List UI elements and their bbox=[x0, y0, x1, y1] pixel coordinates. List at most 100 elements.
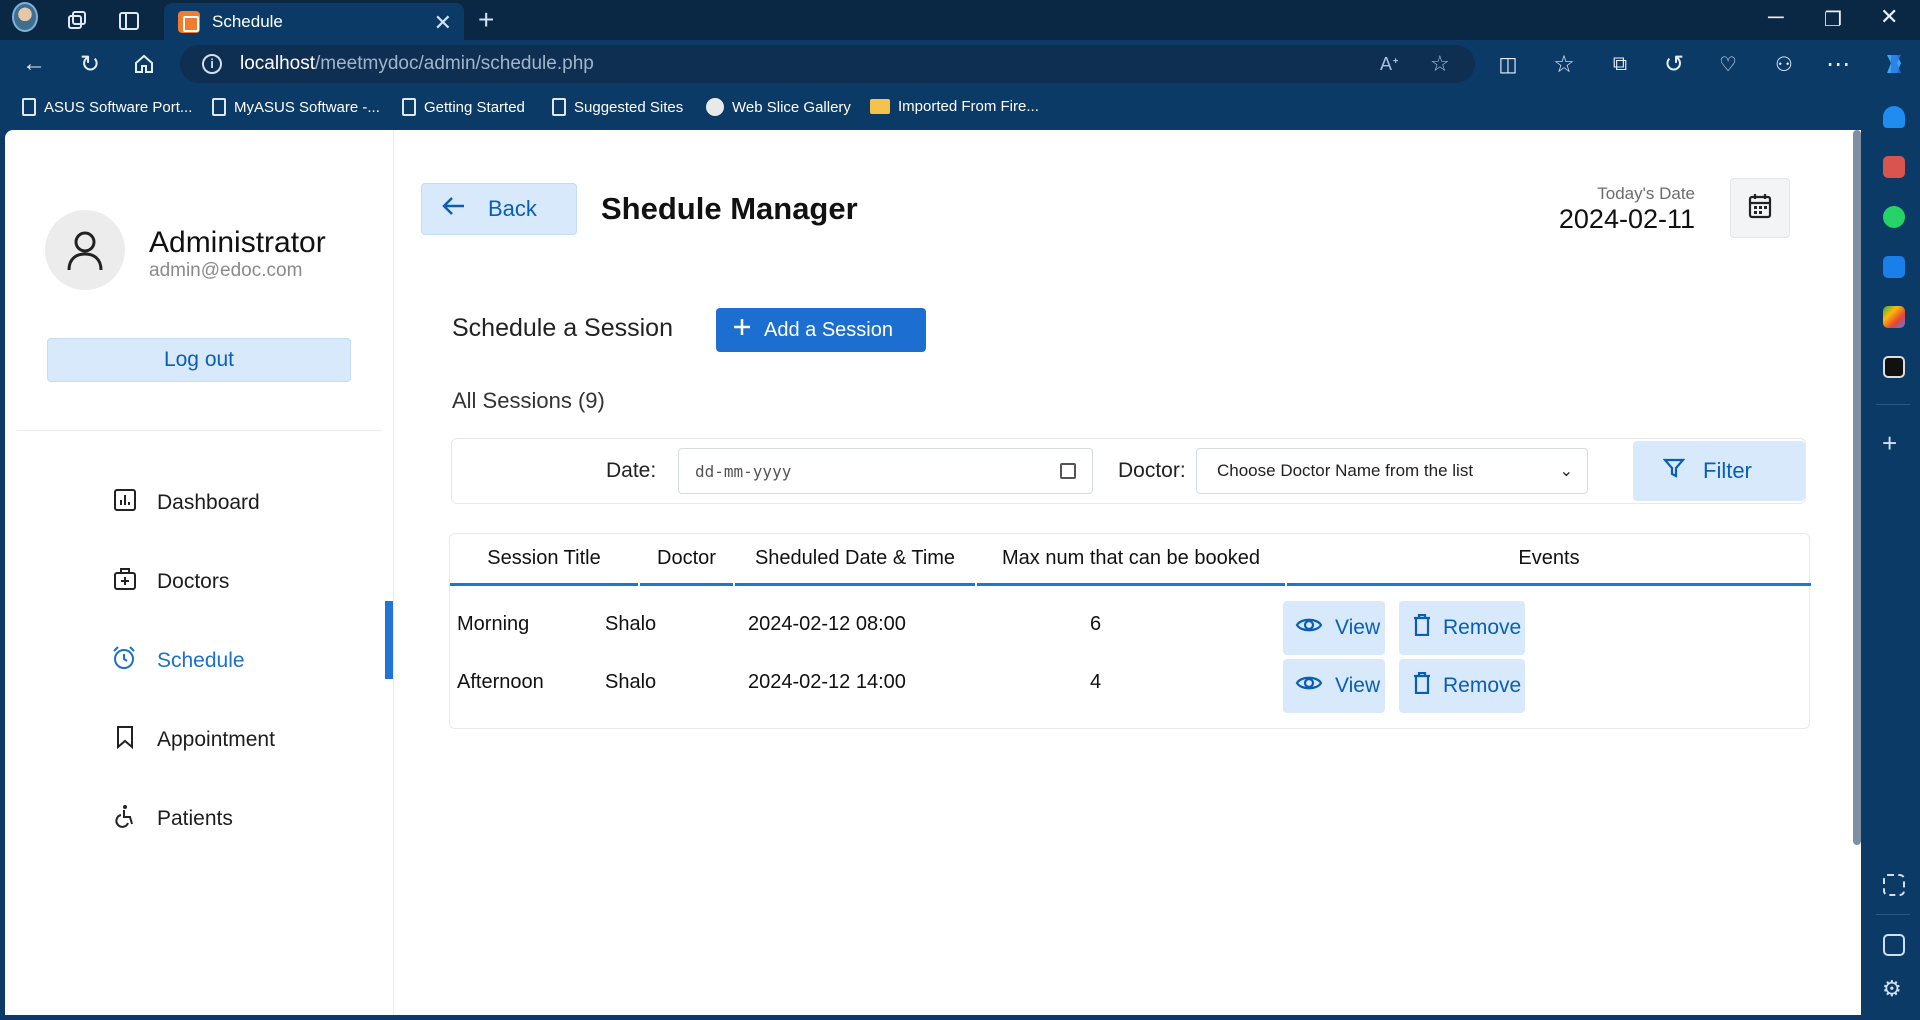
chevron-down-icon: ⌄ bbox=[1559, 463, 1573, 480]
google-play-icon[interactable] bbox=[1883, 306, 1905, 328]
table-row-1-doctor: Shalo bbox=[605, 613, 657, 635]
add-sidebar-app-icon[interactable]: + bbox=[1882, 428, 1897, 459]
whatsapp-icon[interactable] bbox=[1883, 206, 1905, 228]
page-icon bbox=[212, 98, 226, 116]
sidebar-settings-gear-icon[interactable]: ⚙ bbox=[1882, 976, 1902, 1002]
date-placeholder: dd-mm-yyyy bbox=[695, 461, 792, 481]
remove-session-button[interactable]: Remove bbox=[1399, 601, 1525, 655]
hide-sidebar-icon[interactable] bbox=[1883, 934, 1905, 956]
schedule-session-heading: Schedule a Session bbox=[452, 314, 673, 342]
history-icon[interactable]: ↺ bbox=[1658, 48, 1690, 80]
read-aloud-icon[interactable]: Aᐩ bbox=[1380, 54, 1399, 75]
sidebar-divider bbox=[17, 430, 382, 431]
extensions-icon[interactable]: ⚇ bbox=[1768, 48, 1800, 80]
notification-bell-icon[interactable] bbox=[1883, 106, 1905, 128]
main-content: Back Shedule Manager Today's Date 2024-0… bbox=[395, 130, 1861, 1015]
new-tab-icon[interactable]: + bbox=[478, 4, 494, 36]
browser-essentials-icon[interactable]: ♡ bbox=[1712, 48, 1744, 80]
workspaces-icon[interactable] bbox=[64, 8, 90, 34]
view-label: View bbox=[1335, 616, 1381, 639]
page-icon bbox=[22, 98, 36, 116]
profile-avatar-icon[interactable] bbox=[12, 2, 38, 32]
sessions-table: Session Title Doctor Sheduled Date & Tim… bbox=[449, 533, 1811, 729]
bookmark-suggested-sites[interactable]: Suggested Sites bbox=[552, 98, 683, 116]
browser-title-bar: Schedule ✕ + ─ ❐ ✕ bbox=[0, 0, 1920, 40]
date-filter-label: Date: bbox=[606, 459, 657, 482]
view-session-button[interactable]: View bbox=[1283, 601, 1385, 655]
plus-icon bbox=[732, 317, 752, 343]
table-row-2-title: Afternoon bbox=[457, 671, 544, 693]
xampp-favicon-icon bbox=[178, 11, 200, 33]
copilot-icon[interactable] bbox=[1878, 48, 1910, 80]
add-session-button[interactable]: Add a Session bbox=[716, 308, 926, 352]
table-row-1-max: 6 bbox=[1090, 613, 1102, 635]
bookmark-icon bbox=[113, 725, 137, 755]
bookmark-getting-started[interactable]: Getting Started bbox=[402, 98, 525, 116]
column-header-doctor: Doctor bbox=[640, 534, 733, 586]
column-header-max-booked: Max num that can be booked bbox=[977, 534, 1285, 586]
favorite-star-icon[interactable]: ☆ bbox=[1430, 51, 1450, 77]
address-bar[interactable]: i localhost/meetmydoc/admin/schedule.php… bbox=[180, 45, 1475, 83]
sidebar-item-patients[interactable]: Patients bbox=[113, 799, 373, 839]
site-info-icon[interactable]: i bbox=[202, 54, 222, 74]
doctor-select[interactable]: Choose Doctor Name from the list ⌄ bbox=[1196, 448, 1588, 494]
back-button[interactable]: Back bbox=[421, 183, 577, 235]
web-page: Administrator admin@edoc.com Log out Das… bbox=[5, 130, 1861, 1015]
doctor-icon bbox=[113, 567, 137, 597]
logout-button[interactable]: Log out bbox=[47, 338, 351, 382]
home-icon[interactable] bbox=[128, 48, 160, 80]
bookmark-web-slice-gallery[interactable]: Web Slice Gallery bbox=[706, 98, 851, 116]
close-window-icon[interactable]: ✕ bbox=[1880, 4, 1898, 30]
sidebar-item-label: Doctors bbox=[157, 570, 230, 593]
doctor-filter-label: Doctor: bbox=[1118, 459, 1186, 482]
calendar-button[interactable] bbox=[1730, 178, 1790, 238]
bookmark-label: Suggested Sites bbox=[574, 98, 684, 116]
table-row-2-doctor: Shalo bbox=[605, 671, 657, 693]
page-title: Shedule Manager bbox=[601, 191, 858, 226]
refresh-icon[interactable]: ↻ bbox=[74, 48, 106, 80]
chatgpt-icon[interactable] bbox=[1883, 356, 1905, 378]
rail-divider bbox=[1876, 404, 1910, 405]
date-input[interactable]: dd-mm-yyyy bbox=[678, 448, 1093, 494]
bookmark-myasus-software[interactable]: MyASUS Software -... bbox=[212, 98, 380, 116]
bookmark-label: ASUS Software Port... bbox=[44, 98, 193, 116]
page-icon bbox=[552, 98, 566, 116]
back-arrow-icon[interactable]: ← bbox=[18, 48, 50, 80]
sidebar-item-appointment[interactable]: Appointment bbox=[113, 720, 373, 760]
bookmark-label: Imported From Fire... bbox=[898, 98, 1039, 115]
close-tab-icon[interactable]: ✕ bbox=[434, 10, 452, 36]
today-date-value: 2024-02-11 bbox=[1558, 204, 1695, 234]
sidebar-item-dashboard[interactable]: Dashboard bbox=[113, 483, 373, 523]
active-menu-indicator bbox=[385, 601, 393, 679]
tab-schedule[interactable]: Schedule ✕ bbox=[164, 3, 464, 40]
tab-actions-icon[interactable] bbox=[116, 8, 142, 34]
table-row-1-title: Morning bbox=[457, 613, 530, 635]
doctor-select-value: Choose Doctor Name from the list bbox=[1217, 461, 1474, 480]
profile-name: Administrator bbox=[149, 226, 326, 259]
remove-session-button[interactable]: Remove bbox=[1399, 659, 1525, 713]
split-screen-icon[interactable]: ◫ bbox=[1492, 48, 1524, 80]
bookmarks-bar: ASUS Software Port... MyASUS Software -.… bbox=[0, 88, 1920, 130]
gallery-icon bbox=[706, 98, 724, 116]
tools-briefcase-icon[interactable] bbox=[1883, 156, 1905, 178]
calendar-icon bbox=[1748, 193, 1772, 224]
view-session-button[interactable]: View bbox=[1283, 659, 1385, 713]
date-picker-icon[interactable] bbox=[1060, 463, 1076, 479]
bookmark-asus-software-portal[interactable]: ASUS Software Port... bbox=[22, 98, 192, 116]
translator-icon[interactable] bbox=[1883, 256, 1905, 278]
table-row-2-datetime: 2024-02-12 14:00 bbox=[748, 671, 906, 693]
bookmark-imported-from-firefox[interactable]: Imported From Fire... bbox=[870, 98, 1039, 115]
favorites-icon[interactable]: ☆ bbox=[1548, 48, 1580, 80]
all-sessions-count: All Sessions (9) bbox=[452, 388, 605, 413]
collections-icon[interactable]: ⧉ bbox=[1604, 48, 1636, 80]
sidebar-item-schedule[interactable]: Schedule bbox=[111, 641, 371, 681]
funnel-icon bbox=[1662, 457, 1686, 485]
screenshot-icon[interactable] bbox=[1883, 874, 1905, 896]
filter-button[interactable]: Filter bbox=[1633, 441, 1805, 501]
dashboard-icon bbox=[113, 488, 137, 518]
browser-nav-bar: ← ↻ i localhost/meetmydoc/admin/schedule… bbox=[0, 40, 1920, 88]
restore-icon[interactable]: ❐ bbox=[1824, 7, 1842, 32]
minimize-icon[interactable]: ─ bbox=[1768, 4, 1784, 30]
sidebar-item-doctors[interactable]: Doctors bbox=[113, 562, 373, 602]
more-menu-icon[interactable]: ⋯ bbox=[1822, 48, 1854, 80]
